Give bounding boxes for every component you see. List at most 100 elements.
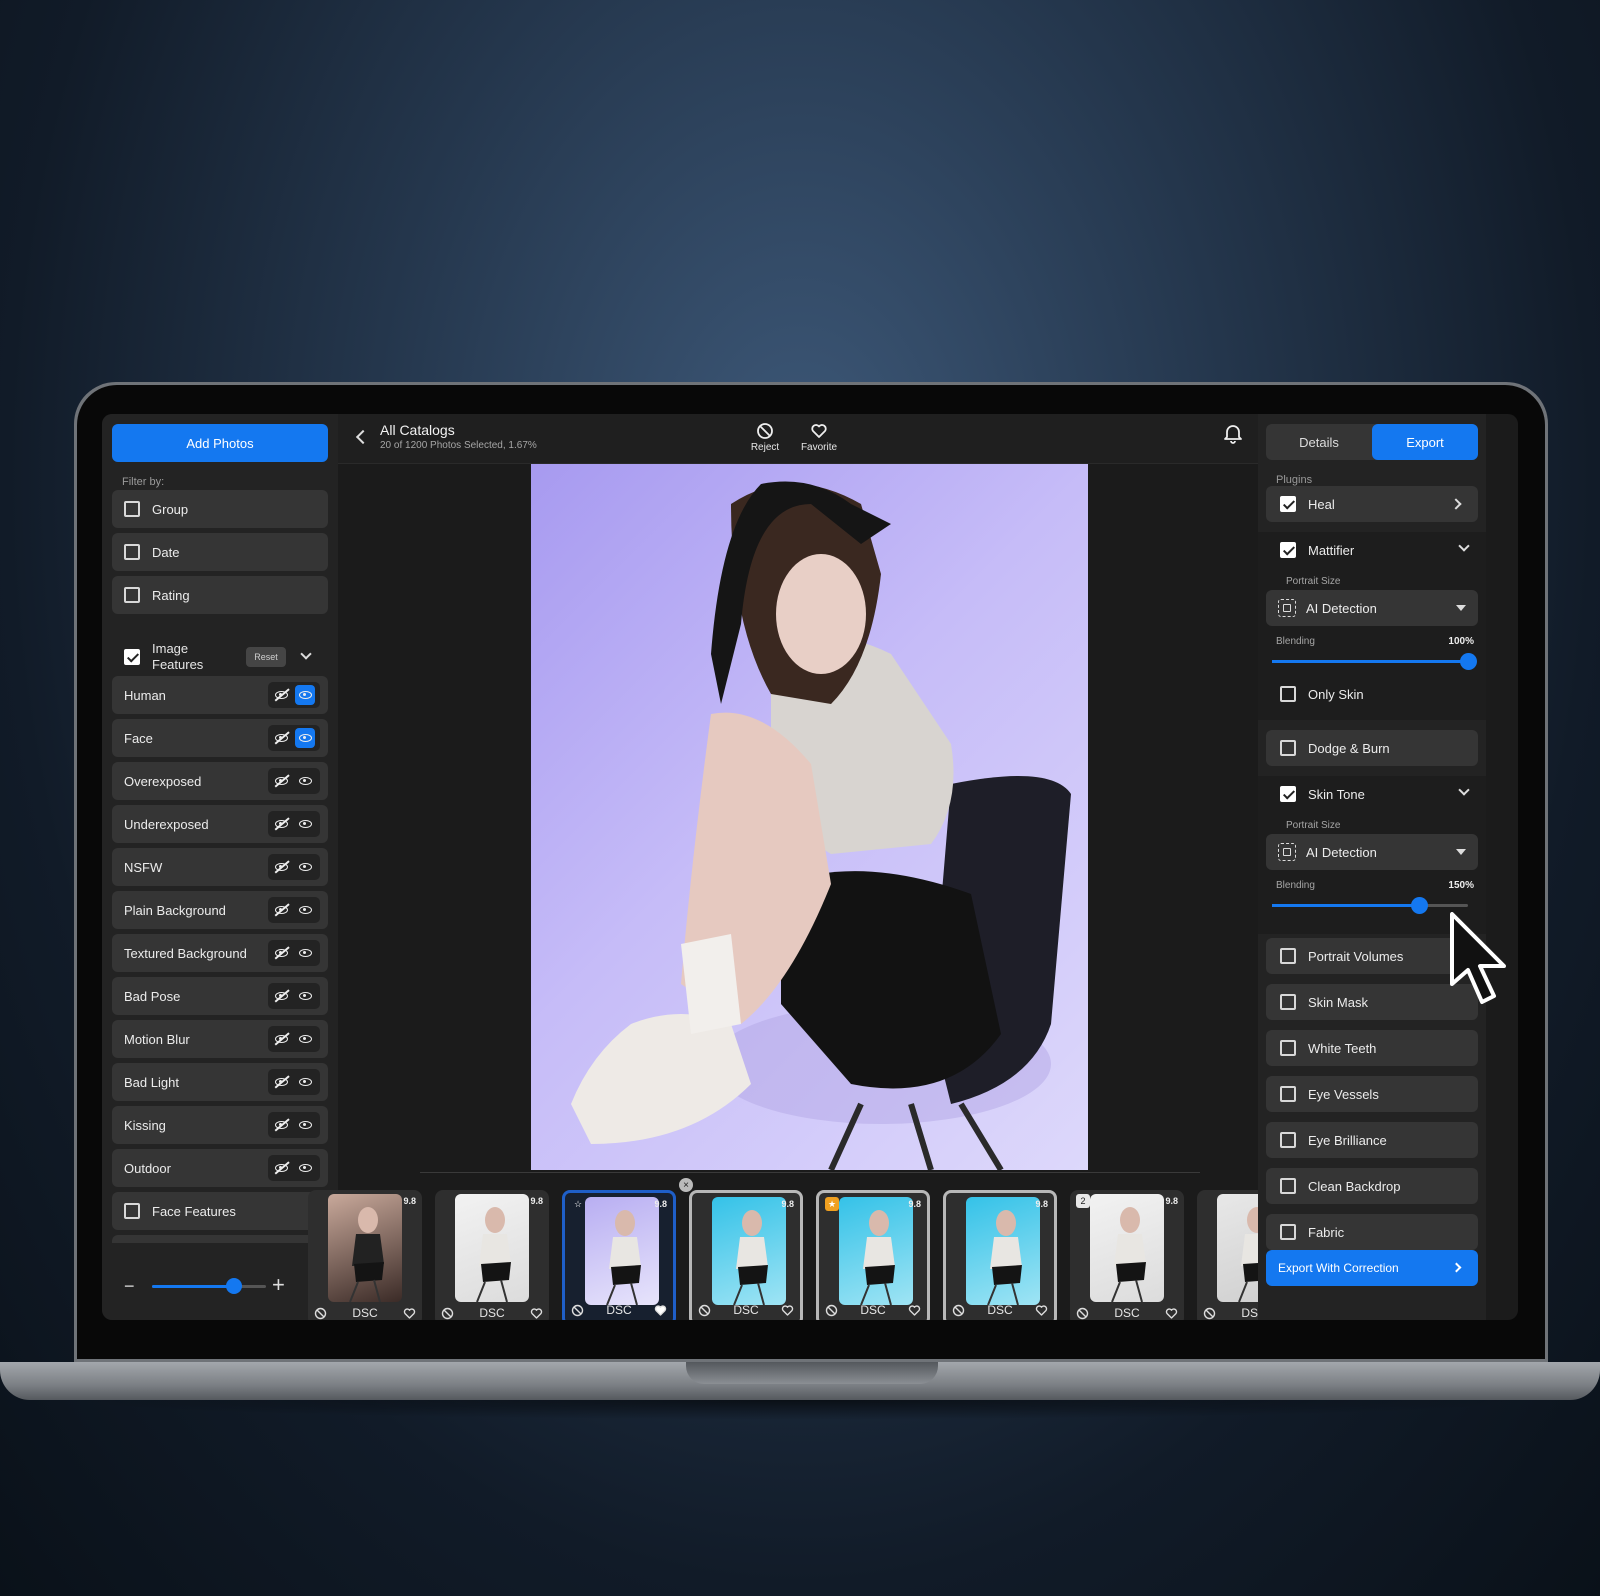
plugin-row[interactable]: Eye Brilliance xyxy=(1266,1122,1478,1158)
checkbox-checked[interactable] xyxy=(1280,542,1296,558)
feature-row[interactable]: Underexposed xyxy=(112,805,328,843)
heart-icon[interactable] xyxy=(1165,1307,1178,1320)
only-skin-option[interactable]: Only Skin xyxy=(1280,686,1364,702)
feature-row[interactable]: Bad Light xyxy=(112,1063,328,1101)
photo-thumbnail[interactable]: 9.8 ☆ DSC xyxy=(562,1190,676,1320)
eye-off-icon[interactable] xyxy=(271,986,291,1006)
checkbox[interactable] xyxy=(124,587,140,603)
heart-icon[interactable] xyxy=(908,1304,921,1317)
tab-details[interactable]: Details xyxy=(1266,424,1372,460)
eye-icon[interactable] xyxy=(295,1158,315,1178)
portrait-size-dropdown[interactable]: AI Detection xyxy=(1266,590,1478,626)
blending-slider[interactable] xyxy=(1272,897,1468,914)
feature-row[interactable]: Textured Background xyxy=(112,934,328,972)
photo-thumbnail[interactable]: 9.8 2 DSC xyxy=(1070,1190,1184,1320)
zoom-slider[interactable] xyxy=(152,1278,266,1294)
blending-slider[interactable] xyxy=(1272,653,1477,670)
checkbox[interactable] xyxy=(1280,1224,1296,1240)
eye-off-icon[interactable] xyxy=(271,685,291,705)
chevron-down-icon[interactable] xyxy=(1458,784,1470,796)
eye-off-icon[interactable] xyxy=(271,943,291,963)
eye-off-icon[interactable] xyxy=(271,1115,291,1135)
photo-thumbnail[interactable]: 9.8 ★ DSC xyxy=(816,1190,930,1320)
eye-off-icon[interactable] xyxy=(271,857,291,877)
photo-thumbnail[interactable]: 9.8 DSC xyxy=(943,1190,1057,1320)
eye-icon[interactable] xyxy=(295,771,315,791)
favorite-button[interactable]: Favorite xyxy=(794,420,844,460)
back-arrow-icon[interactable] xyxy=(352,426,370,448)
feature-row[interactable]: Human xyxy=(112,676,328,714)
eye-icon[interactable] xyxy=(295,857,315,877)
zoom-in-button[interactable]: + xyxy=(272,1274,290,1296)
eye-off-icon[interactable] xyxy=(271,1029,291,1049)
reset-button[interactable]: Reset xyxy=(246,647,286,667)
filter-date[interactable]: Date xyxy=(112,533,328,571)
checkbox[interactable] xyxy=(124,1203,140,1219)
feature-row[interactable]: Overexposed xyxy=(112,762,328,800)
eye-icon[interactable] xyxy=(295,728,315,748)
plugin-skin-tone[interactable]: Skin Tone xyxy=(1280,786,1365,802)
eye-icon[interactable] xyxy=(295,986,315,1006)
heart-icon[interactable] xyxy=(654,1304,667,1317)
heart-icon[interactable] xyxy=(1035,1304,1048,1317)
eye-icon[interactable] xyxy=(295,1072,315,1092)
close-icon[interactable]: × xyxy=(679,1178,693,1192)
checkbox[interactable] xyxy=(1280,948,1296,964)
checkbox-checked[interactable] xyxy=(124,649,140,665)
eye-icon[interactable] xyxy=(295,1029,315,1049)
heart-icon[interactable] xyxy=(403,1307,416,1320)
checkbox[interactable] xyxy=(124,501,140,517)
plugin-row[interactable]: Fabric xyxy=(1266,1214,1478,1250)
plugin-row[interactable]: Eye Vessels xyxy=(1266,1076,1478,1112)
export-with-correction-button[interactable]: Export With Correction xyxy=(1266,1250,1478,1286)
photo-thumbnail[interactable]: 9.8 DSC xyxy=(308,1190,422,1320)
zoom-out-button[interactable]: − xyxy=(124,1277,138,1295)
checkbox[interactable] xyxy=(124,544,140,560)
eye-off-icon[interactable] xyxy=(271,771,291,791)
slider-knob[interactable] xyxy=(1411,897,1428,914)
plugin-dodge-burn[interactable]: Dodge & Burn xyxy=(1266,730,1478,766)
plugin-row[interactable]: White Teeth xyxy=(1266,1030,1478,1066)
checkbox[interactable] xyxy=(1280,1132,1296,1148)
bell-icon[interactable] xyxy=(1222,422,1244,444)
feature-row[interactable]: Plain Background xyxy=(112,891,328,929)
chevron-down-icon[interactable] xyxy=(300,648,312,660)
reject-button[interactable]: Reject xyxy=(740,420,790,460)
heart-icon[interactable] xyxy=(530,1307,543,1320)
add-photos-button[interactable]: Add Photos xyxy=(112,424,328,462)
feature-row[interactable]: Face xyxy=(112,719,328,757)
feature-row[interactable]: Kissing xyxy=(112,1106,328,1144)
plugin-mattifier[interactable]: Mattifier xyxy=(1280,542,1354,558)
thumbnail-badge[interactable]: ☆ xyxy=(571,1197,585,1211)
feature-row[interactable]: Bad Pose xyxy=(112,977,328,1015)
checkbox[interactable] xyxy=(1280,1040,1296,1056)
filter-rating[interactable]: Rating xyxy=(112,576,328,614)
plugin-row[interactable]: Skin Mask xyxy=(1266,984,1478,1020)
eye-off-icon[interactable] xyxy=(271,728,291,748)
eye-off-icon[interactable] xyxy=(271,900,291,920)
zoom-slider-knob[interactable] xyxy=(226,1278,243,1294)
chevron-down-icon[interactable] xyxy=(1458,540,1470,552)
eye-icon[interactable] xyxy=(295,685,315,705)
feature-row[interactable]: Outdoor xyxy=(112,1149,328,1187)
eye-off-icon[interactable] xyxy=(271,1072,291,1092)
checkbox[interactable] xyxy=(1280,994,1296,1010)
eye-icon[interactable] xyxy=(295,900,315,920)
plugin-row[interactable]: Clean Backdrop xyxy=(1266,1168,1478,1204)
checkbox-checked[interactable] xyxy=(1280,496,1296,512)
slider-knob[interactable] xyxy=(1460,653,1477,670)
feature-row[interactable]: Motion Blur xyxy=(112,1020,328,1058)
filter-group[interactable]: Group xyxy=(112,490,328,528)
eye-icon[interactable] xyxy=(295,814,315,834)
checkbox[interactable] xyxy=(1280,740,1296,756)
checkbox-checked[interactable] xyxy=(1280,786,1296,802)
photo-thumbnail[interactable]: 9.8 DSC xyxy=(689,1190,803,1320)
feature-row[interactable]: NSFW xyxy=(112,848,328,886)
plugin-row[interactable]: Portrait Volumes xyxy=(1266,938,1478,974)
eye-off-icon[interactable] xyxy=(271,1158,291,1178)
heart-icon[interactable] xyxy=(781,1304,794,1317)
photo-thumbnail[interactable]: 9.8 DSC xyxy=(435,1190,549,1320)
checkbox[interactable] xyxy=(1280,686,1296,702)
eye-off-icon[interactable] xyxy=(271,814,291,834)
checkbox[interactable] xyxy=(1280,1086,1296,1102)
